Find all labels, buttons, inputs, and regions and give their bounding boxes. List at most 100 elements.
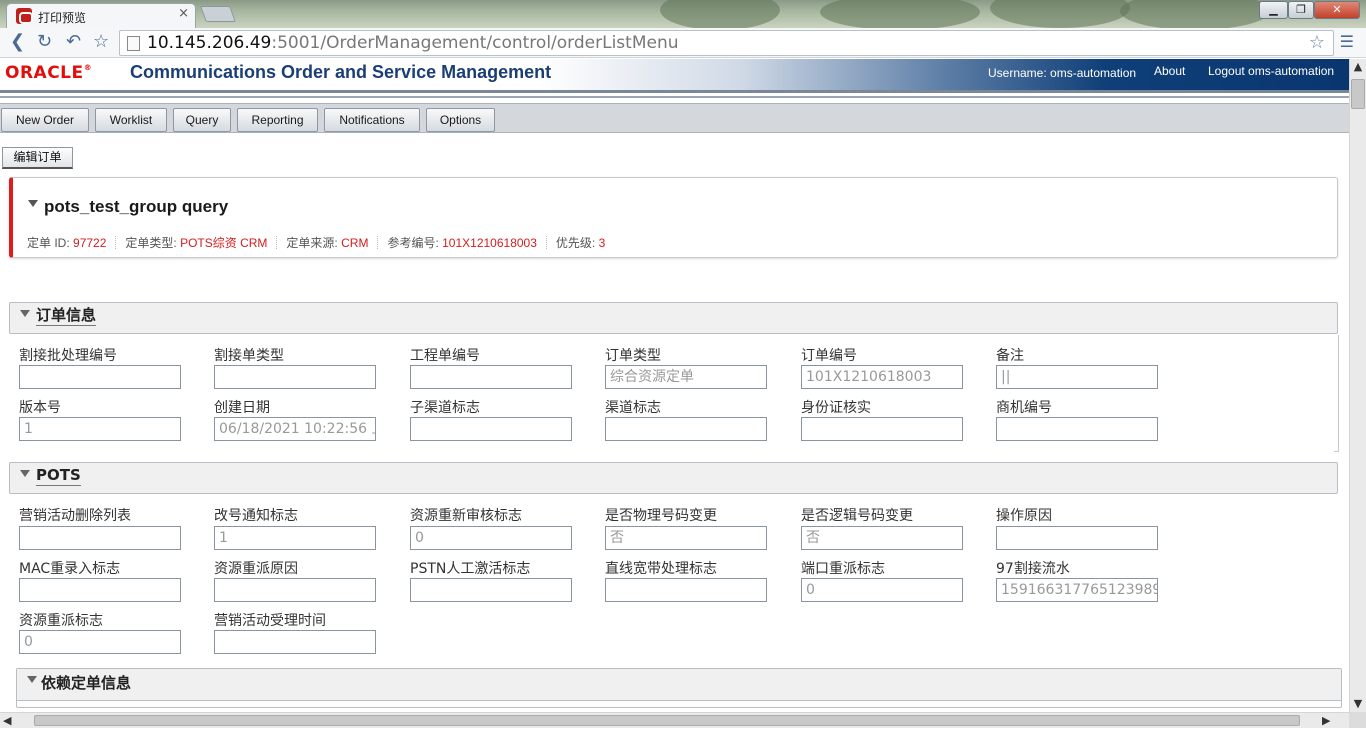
text-input[interactable] <box>410 417 572 441</box>
horizontal-scrollbar[interactable]: ◀ ▶ <box>0 712 1349 728</box>
close-window-button[interactable]: ✕ <box>1314 1 1360 19</box>
divider <box>0 96 1349 98</box>
text-input[interactable]: 综合资源定单 <box>605 365 767 389</box>
collapse-triangle-icon <box>27 676 37 683</box>
text-input[interactable] <box>19 365 181 389</box>
scrollbar-corner <box>1349 712 1366 728</box>
text-input[interactable]: 0 <box>801 578 963 602</box>
app-title: Communications Order and Service Managem… <box>130 62 552 82</box>
new-tab-button[interactable] <box>200 6 236 22</box>
text-input[interactable] <box>214 365 376 389</box>
menu-notifications[interactable]: Notifications <box>324 108 420 132</box>
text-input[interactable] <box>19 578 181 602</box>
field-label: PSTN人工激活标志 <box>410 561 531 577</box>
field-label: 订单类型 <box>605 348 661 364</box>
browser-tab[interactable]: 打印预览 × <box>6 3 196 28</box>
logout-link[interactable]: Logout oms-automation <box>1208 64 1334 78</box>
page-favicon-icon <box>16 8 33 24</box>
section-title: 依赖定单信息 <box>41 674 132 692</box>
username-display: Username: oms-automation <box>988 66 1137 80</box>
bookmark-star-icon[interactable]: ☆ <box>93 32 109 52</box>
text-input[interactable]: 0 <box>410 526 572 550</box>
reload-icon[interactable]: ↻ <box>37 32 52 52</box>
tab-close-icon[interactable]: × <box>178 6 189 21</box>
text-input[interactable] <box>996 526 1158 550</box>
text-input[interactable]: 1 <box>214 526 376 550</box>
text-input[interactable]: 1 <box>19 417 181 441</box>
menu-new-order[interactable]: New Order <box>1 108 89 132</box>
meta-reference-number: 参考编号: 101X1210618003 <box>387 236 537 250</box>
field-label: 备注 <box>996 348 1024 364</box>
text-input[interactable] <box>801 417 963 441</box>
order-info-section-header[interactable]: 订单信息 <box>9 302 1338 334</box>
order-header-panel: pots_test_group query 定单 ID: 97722 定单类型: … <box>9 177 1338 258</box>
field-label: 工程单编号 <box>410 348 480 364</box>
star-icon[interactable]: ☆ <box>1309 31 1325 55</box>
browser-titlebar: 打印预览 × ▁ ❐ ✕ <box>0 0 1366 28</box>
pots-section-header[interactable]: POTS <box>9 462 1338 494</box>
text-input[interactable] <box>410 365 572 389</box>
address-url: 10.145.206.49:5001/OrderManagement/contr… <box>147 33 679 53</box>
field-label: 资源重派标志 <box>19 613 103 629</box>
field-label: 订单编号 <box>801 348 857 364</box>
dependency-section: 依赖定单信息 <box>16 668 1342 708</box>
restore-button[interactable]: ❐ <box>1288 1 1314 19</box>
field-label: 版本号 <box>19 400 61 416</box>
address-bar[interactable]: 10.145.206.49:5001/OrderManagement/contr… <box>119 30 1334 56</box>
menu-reporting[interactable]: Reporting <box>237 108 318 132</box>
page-icon <box>127 36 140 51</box>
menu-query[interactable]: Query <box>173 108 231 132</box>
menu-options[interactable]: Options <box>426 108 495 132</box>
collapse-triangle-icon <box>20 310 30 317</box>
section-border <box>1334 335 1339 452</box>
field-label: 是否逻辑号码变更 <box>801 508 913 524</box>
field-label: 子渠道标志 <box>410 400 480 416</box>
text-input[interactable]: 否 <box>801 526 963 550</box>
browser-menu-icon[interactable]: ☰ <box>1340 32 1354 51</box>
text-input[interactable] <box>996 417 1158 441</box>
scroll-thumb[interactable] <box>1351 79 1365 109</box>
text-input[interactable]: 0 <box>19 630 181 654</box>
meta-order-id: 定单 ID: 97722 <box>27 236 107 250</box>
field-label: MAC重录入标志 <box>19 561 121 577</box>
app-content: ORACLE® Communications Order and Service… <box>0 59 1349 712</box>
section-title: 订单信息 <box>36 306 97 326</box>
field-label: 是否物理号码变更 <box>605 508 717 524</box>
scroll-thumb[interactable] <box>34 715 1300 726</box>
vertical-scrollbar[interactable]: ▲ ▼ <box>1349 59 1366 712</box>
collapse-triangle-icon[interactable] <box>28 200 38 207</box>
text-input[interactable] <box>605 417 767 441</box>
field-label: 改号通知标志 <box>214 508 298 524</box>
field-label: 营销活动删除列表 <box>19 508 131 524</box>
field-label: 端口重派标志 <box>801 561 885 577</box>
scroll-left-icon[interactable]: ◀ <box>3 713 11 729</box>
text-input[interactable] <box>19 526 181 550</box>
field-label: 资源重新审核标志 <box>410 508 522 524</box>
scroll-right-icon[interactable]: ▶ <box>1322 713 1330 729</box>
about-link[interactable]: About <box>1154 64 1185 78</box>
text-input[interactable] <box>605 578 767 602</box>
collapse-triangle-icon <box>20 470 30 477</box>
dependency-section-header[interactable]: 依赖定单信息 <box>17 669 1341 701</box>
text-input[interactable]: 1591663177651239893 <box>996 578 1158 602</box>
menu-worklist[interactable]: Worklist <box>95 108 167 132</box>
oracle-logo: ORACLE® <box>5 63 93 83</box>
text-input[interactable] <box>410 578 572 602</box>
order-title: pots_test_group query <box>44 197 229 216</box>
scroll-up-icon[interactable]: ▲ <box>1350 59 1366 75</box>
text-input[interactable] <box>214 578 376 602</box>
undo-icon[interactable]: ↶ <box>66 32 81 52</box>
minimize-button[interactable]: ▁ <box>1259 1 1288 19</box>
field-label: 商机编号 <box>996 400 1052 416</box>
field-label: 创建日期 <box>214 400 270 416</box>
browser-toolbar: ❮ ↻ ↶ ☆ 10.145.206.49:5001/OrderManageme… <box>0 28 1366 58</box>
text-input[interactable] <box>214 630 376 654</box>
text-input[interactable]: 否 <box>605 526 767 550</box>
text-input[interactable]: 06/18/2021 10:22:56 上 <box>214 417 376 441</box>
field-label: 操作原因 <box>996 508 1052 524</box>
back-icon[interactable]: ❮ <box>10 32 25 52</box>
edit-order-button[interactable]: 编辑订单 <box>2 147 73 169</box>
text-input[interactable]: 101X1210618003 <box>801 365 963 389</box>
text-input[interactable]: || <box>996 365 1158 389</box>
scroll-down-icon[interactable]: ▼ <box>1350 696 1366 712</box>
